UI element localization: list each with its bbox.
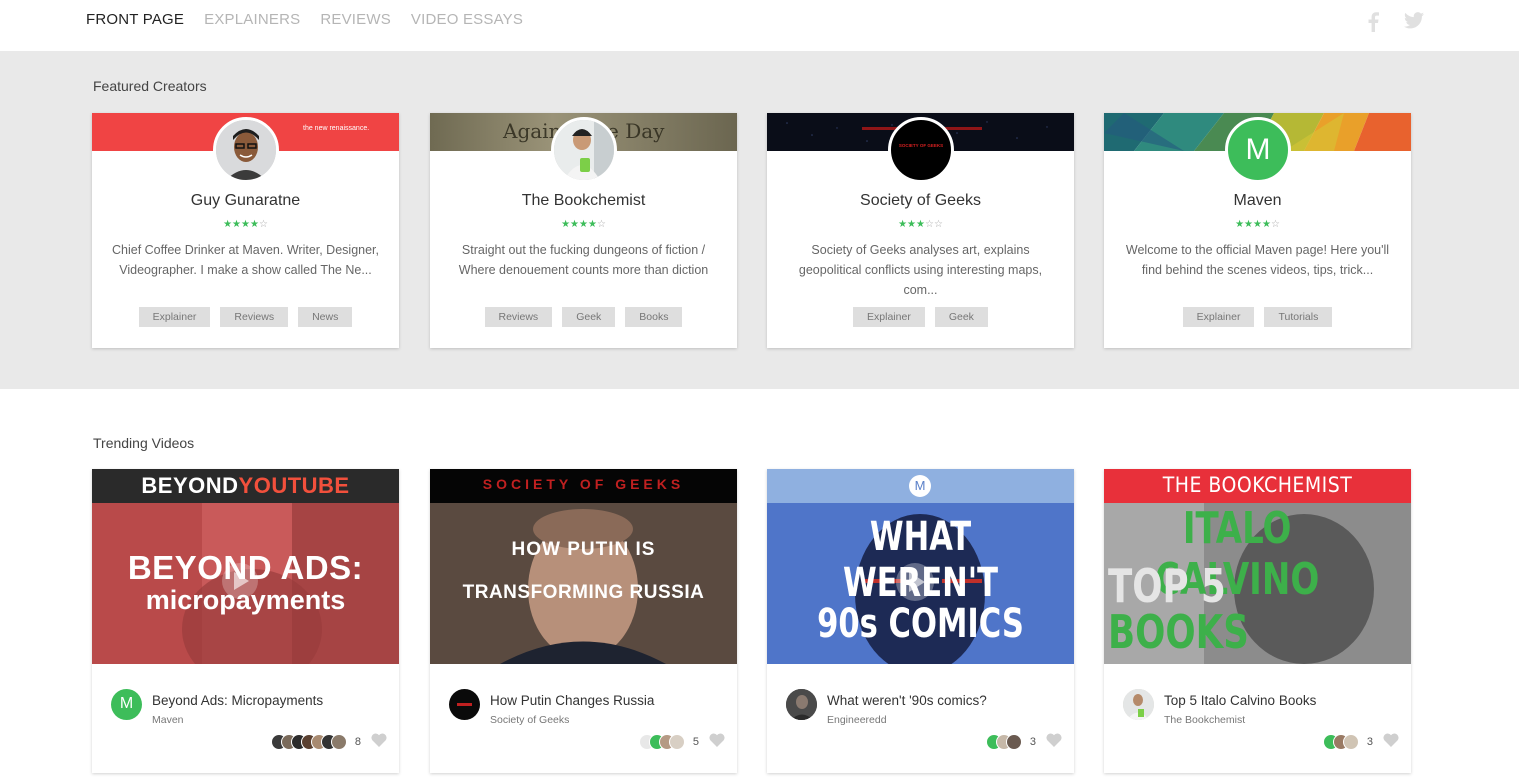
channel-avatar[interactable]: M bbox=[111, 689, 142, 720]
nav-explainers[interactable]: EXPLAINERS bbox=[204, 11, 300, 28]
like-count: 8 bbox=[354, 736, 361, 748]
creator-description: Chief Coffee Drinker at Maven. Writer, D… bbox=[111, 243, 379, 277]
avatar-letter: M bbox=[1245, 133, 1271, 166]
tag-list: Explainer Reviews News bbox=[92, 307, 399, 327]
video-title[interactable]: Beyond Ads: Micropayments bbox=[152, 693, 323, 708]
video-footer: 8 bbox=[270, 733, 387, 752]
thumb-brand: SOCIETY OF GEEKS bbox=[482, 476, 685, 492]
thumb-brand-b: YOUTUBE bbox=[238, 473, 350, 498]
viewer-avatar bbox=[330, 734, 347, 750]
trending-videos-title: Trending Videos bbox=[93, 435, 195, 451]
maven-logo-avatar[interactable]: M bbox=[1225, 117, 1291, 183]
tag[interactable]: Explainer bbox=[853, 307, 925, 327]
tag-list: Explainer Geek bbox=[767, 307, 1074, 327]
avatar-letter: M bbox=[119, 695, 134, 712]
channel-avatar[interactable] bbox=[786, 689, 817, 720]
creator-card[interactable]: Against the Day The Bookchemist ★★★★☆ St… bbox=[430, 113, 737, 348]
avatar[interactable] bbox=[551, 117, 617, 183]
creator-name[interactable]: Guy Gunaratne bbox=[92, 192, 399, 210]
featured-creators-title: Featured Creators bbox=[93, 78, 207, 94]
nav-links: FRONT PAGE EXPLAINERS REVIEWS VIDEO ESSA… bbox=[86, 11, 523, 28]
avatar-logo-mark bbox=[457, 703, 472, 706]
video-thumbnail[interactable]: THE BOOKCHEMIST ITALO CALVINO TOP 5 BOOK… bbox=[1104, 469, 1411, 664]
tag[interactable]: Explainer bbox=[138, 307, 211, 327]
heart-icon[interactable] bbox=[371, 733, 387, 752]
thumb-brand: THE BOOKCHEMIST bbox=[1162, 473, 1353, 497]
avatar[interactable]: SOCIETY OF GEEKS bbox=[888, 117, 954, 183]
tag[interactable]: News bbox=[298, 307, 353, 327]
tag-list: Reviews Geek Books bbox=[430, 307, 737, 327]
avatar[interactable] bbox=[213, 117, 279, 183]
like-count: 3 bbox=[1366, 736, 1373, 748]
nav-front-page[interactable]: FRONT PAGE bbox=[86, 11, 184, 28]
tag[interactable]: Reviews bbox=[484, 307, 553, 327]
nav-video-essays[interactable]: VIDEO ESSAYS bbox=[411, 11, 523, 28]
tag[interactable]: Tutorials bbox=[1264, 307, 1333, 327]
viewer-avatar bbox=[1342, 734, 1359, 750]
banner-text: the new renaissance. bbox=[303, 125, 370, 132]
video-footer: 5 bbox=[638, 733, 725, 752]
viewer-avatar bbox=[1005, 734, 1022, 750]
channel-avatar[interactable] bbox=[449, 689, 480, 720]
heart-icon[interactable] bbox=[1046, 733, 1062, 752]
video-thumbnail[interactable]: M WHAT WEREN'T 90s COMICS bbox=[767, 469, 1074, 664]
facebook-icon[interactable] bbox=[1367, 12, 1379, 32]
twitter-icon[interactable] bbox=[1404, 12, 1424, 29]
channel-name[interactable]: Society of Geeks bbox=[490, 714, 569, 726]
like-count: 3 bbox=[1029, 736, 1036, 748]
thumb-line-2: 90s COMICS bbox=[817, 601, 1024, 647]
tag[interactable]: Explainer bbox=[1182, 307, 1255, 327]
video-title[interactable]: How Putin Changes Russia bbox=[490, 693, 654, 708]
creator-name[interactable]: Maven bbox=[1104, 192, 1411, 210]
video-card[interactable]: THE BOOKCHEMIST ITALO CALVINO TOP 5 BOOK… bbox=[1104, 469, 1411, 773]
tag[interactable]: Geek bbox=[934, 307, 988, 327]
viewer-avatar bbox=[668, 734, 685, 750]
channel-name[interactable]: The Bookchemist bbox=[1164, 714, 1245, 726]
like-count: 5 bbox=[692, 736, 699, 748]
tag-list: Explainer Tutorials bbox=[1104, 307, 1411, 327]
thumb-line-2: TRANSFORMING RUSSIA bbox=[462, 582, 705, 603]
video-thumbnail[interactable]: BEYONDYOUTUBE BEYOND ADS: micropayments bbox=[92, 469, 399, 664]
video-title[interactable]: What weren't '90s comics? bbox=[827, 693, 987, 708]
video-thumbnail[interactable]: SOCIETY OF GEEKS HOW PUTIN IS TRANSFORMI… bbox=[430, 469, 737, 664]
tag[interactable]: Geek bbox=[562, 307, 616, 327]
channel-name[interactable]: Maven bbox=[152, 714, 184, 726]
video-card[interactable]: SOCIETY OF GEEKS HOW PUTIN IS TRANSFORMI… bbox=[430, 469, 737, 773]
creator-description: Straight out the fucking dungeons of fic… bbox=[458, 243, 709, 277]
video-footer: 3 bbox=[1322, 733, 1399, 752]
thumb-line-3: BOOKS bbox=[1108, 605, 1249, 659]
channel-avatar[interactable] bbox=[1123, 689, 1154, 720]
video-footer: 3 bbox=[985, 733, 1062, 752]
thumb-line-1: WHAT WEREN'T bbox=[843, 514, 998, 606]
creator-name[interactable]: The Bookchemist bbox=[430, 192, 737, 210]
heart-icon[interactable] bbox=[1383, 733, 1399, 752]
video-card[interactable]: BEYONDYOUTUBE BEYOND ADS: micropayments … bbox=[92, 469, 399, 773]
star-rating: ★★★★☆ bbox=[223, 219, 268, 230]
creator-card[interactable]: SOCIETY OF GEEKS Society of Geeks ★★★☆☆ … bbox=[767, 113, 1074, 348]
top-nav: FRONT PAGE EXPLAINERS REVIEWS VIDEO ESSA… bbox=[0, 0, 1519, 51]
tag[interactable]: Reviews bbox=[220, 307, 289, 327]
video-card[interactable]: M WHAT WEREN'T 90s COMICS What weren't '… bbox=[767, 469, 1074, 773]
tag[interactable]: Books bbox=[625, 307, 683, 327]
thumb-brand-a: BEYOND bbox=[141, 473, 239, 498]
heart-icon[interactable] bbox=[709, 733, 725, 752]
channel-name[interactable]: Engineeredd bbox=[827, 714, 887, 726]
thumb-line-2: micropayments bbox=[145, 585, 346, 615]
nav-reviews[interactable]: REVIEWS bbox=[320, 11, 391, 28]
star-rating: ★★★★☆ bbox=[561, 219, 606, 230]
creator-description: Society of Geeks analyses art, explains … bbox=[798, 243, 1043, 297]
creator-card[interactable]: M Maven ★★★★☆ Welcome to the official Ma… bbox=[1104, 113, 1411, 348]
featured-creators-section: Featured Creators the new renaissance. G… bbox=[0, 51, 1519, 389]
creator-name[interactable]: Society of Geeks bbox=[767, 192, 1074, 210]
thumb-badge: M bbox=[909, 475, 931, 497]
video-title[interactable]: Top 5 Italo Calvino Books bbox=[1164, 693, 1316, 708]
star-rating: ★★★☆☆ bbox=[898, 219, 943, 230]
avatar-text: SOCIETY OF GEEKS bbox=[898, 143, 944, 148]
thumb-line-1: HOW PUTIN IS bbox=[511, 539, 656, 560]
thumb-line-1: BEYOND ADS: bbox=[127, 549, 364, 586]
star-rating: ★★★★☆ bbox=[1235, 219, 1280, 230]
creator-card[interactable]: the new renaissance. Guy Gunaratne ★★★★☆… bbox=[92, 113, 399, 348]
creator-description: Welcome to the official Maven page! Here… bbox=[1125, 243, 1390, 277]
